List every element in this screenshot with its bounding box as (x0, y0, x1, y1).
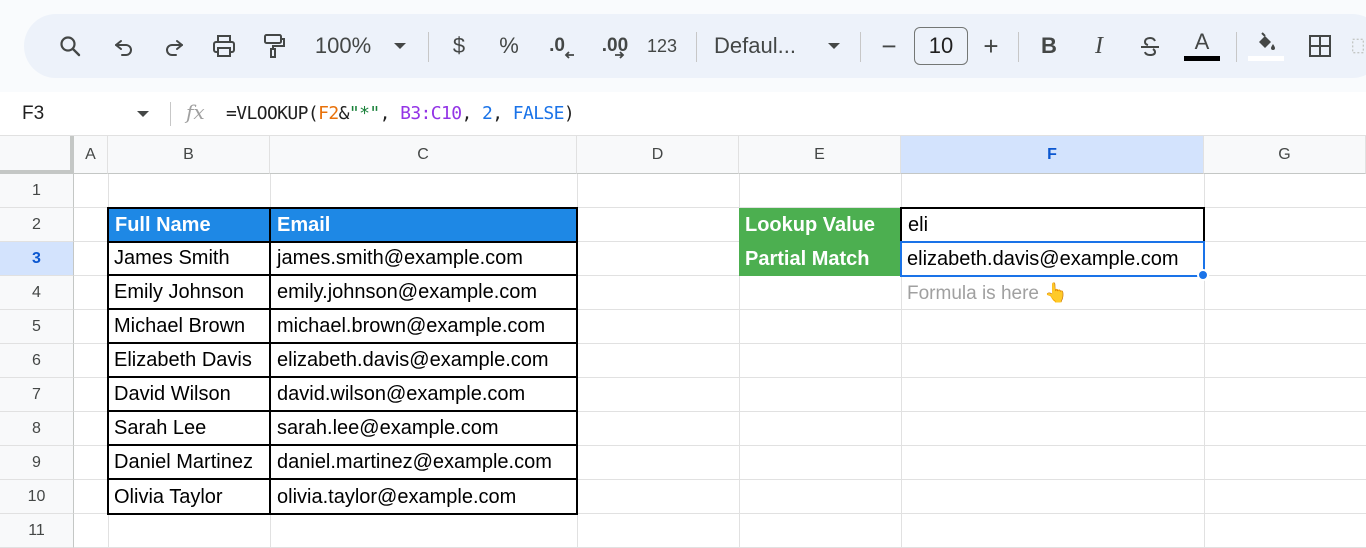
toolbar-divider (696, 32, 697, 62)
table-cell-email[interactable]: elizabeth.davis@example.com (271, 344, 577, 378)
row-header-11[interactable]: 11 (0, 514, 74, 548)
toolbar-divider (860, 32, 861, 62)
toolbar-area: 100% $ % .0 .00 123 Defaul... − 10 + B I… (0, 0, 1366, 92)
row-header-4[interactable]: 4 (0, 276, 74, 310)
formula-input[interactable]: =VLOOKUP(F2&"*", B3:C10, 2, FALSE) (226, 92, 575, 136)
formula-bar: F3 fx =VLOOKUP(F2&"*", B3:C10, 2, FALSE) (0, 92, 1366, 136)
increase-font-size-button[interactable]: + (976, 14, 1006, 78)
strikethrough-icon[interactable] (1134, 14, 1166, 78)
fill-color-button[interactable] (1246, 14, 1286, 78)
row-header-5[interactable]: 5 (0, 310, 74, 344)
table-cell-email[interactable]: sarah.lee@example.com (271, 412, 577, 446)
arrow-right-icon (615, 51, 625, 59)
table-cell-email[interactable]: michael.brown@example.com (271, 310, 577, 344)
table-cell-name[interactable]: James Smith (108, 242, 270, 276)
table-cell-name[interactable]: Elizabeth Davis (108, 344, 270, 378)
toolbar: 100% $ % .0 .00 123 Defaul... − 10 + B I… (24, 14, 1366, 78)
column-header-a[interactable]: A (74, 136, 108, 174)
table-header-full-name[interactable]: Full Name (107, 207, 271, 243)
italic-button[interactable]: I (1084, 14, 1114, 78)
name-box[interactable]: F3 (22, 92, 44, 136)
text-color-letter: A (1194, 29, 1210, 54)
row-header-7[interactable]: 7 (0, 378, 74, 412)
paint-format-icon[interactable] (256, 14, 292, 78)
merge-cells-icon[interactable] (1350, 14, 1366, 78)
text-color-button[interactable]: A (1182, 14, 1222, 78)
row-header-3[interactable]: 3 (0, 242, 74, 276)
fx-icon: fx (186, 100, 205, 124)
formula-text: ) (563, 103, 575, 124)
fill-color-swatch (1248, 55, 1284, 61)
lookup-value-input[interactable]: eli (900, 207, 1205, 243)
arrow-left-icon (564, 51, 574, 59)
formula-text: , (379, 103, 401, 124)
paint-bucket-icon (1259, 31, 1275, 50)
formula-ref: F2 (318, 103, 339, 124)
table-cell-email[interactable]: james.smith@example.com (271, 242, 577, 276)
formula-text: =VLOOKUP( (226, 103, 319, 124)
formula-boolean: FALSE (512, 103, 565, 124)
bold-button[interactable]: B (1034, 14, 1064, 78)
undo-icon[interactable] (106, 14, 142, 78)
column-header-f[interactable]: F (901, 136, 1204, 174)
currency-format-button[interactable]: $ (444, 14, 474, 78)
formula-number: 2 (481, 103, 493, 124)
table-cell-email[interactable]: david.wilson@example.com (271, 378, 577, 412)
more-formats-button[interactable]: 123 (642, 14, 682, 78)
decrease-decimal-button[interactable]: .0 (542, 14, 582, 78)
text-color-swatch (1184, 56, 1220, 61)
active-cell-outline (900, 241, 1205, 277)
table-cell-name[interactable]: Emily Johnson (108, 276, 270, 310)
formula-text: , (461, 103, 482, 124)
formula-range: B3:C10 (400, 103, 462, 124)
formula-text: & (338, 103, 350, 124)
search-menus-icon[interactable] (52, 14, 88, 78)
table-cell-email[interactable]: olivia.taylor@example.com (271, 480, 577, 514)
column-header-b[interactable]: B (108, 136, 270, 174)
font-family-select[interactable]: Defaul... (714, 14, 814, 78)
row-header-9[interactable]: 9 (0, 446, 74, 480)
table-cell-email[interactable]: daniel.martinez@example.com (271, 446, 577, 480)
row-header-1[interactable]: 1 (0, 174, 74, 208)
row-header-10[interactable]: 10 (0, 480, 74, 514)
increase-decimal-button[interactable]: .00 (592, 14, 636, 78)
borders-icon[interactable] (1302, 14, 1338, 78)
column-header-c[interactable]: C (270, 136, 577, 174)
font-size-input[interactable]: 10 (914, 27, 968, 65)
column-header-d[interactable]: D (577, 136, 739, 174)
print-icon[interactable] (206, 14, 242, 78)
decrease-font-size-button[interactable]: − (874, 14, 904, 78)
toolbar-divider (1236, 32, 1237, 62)
formula-text: , (492, 103, 513, 124)
partial-match-label[interactable]: Partial Match (739, 242, 901, 276)
name-box-dropdown-icon[interactable] (136, 102, 150, 129)
lookup-value-label[interactable]: Lookup Value (739, 208, 901, 242)
select-all-corner[interactable] (0, 136, 74, 174)
row-header-6[interactable]: 6 (0, 344, 74, 378)
table-cell-name[interactable]: Olivia Taylor (108, 480, 270, 514)
table-cell-name[interactable]: David Wilson (108, 378, 270, 412)
toolbar-divider (1018, 32, 1019, 62)
toolbar-divider (428, 32, 429, 62)
formula-bar-divider (170, 102, 171, 126)
redo-icon[interactable] (156, 14, 192, 78)
percent-format-button[interactable]: % (494, 14, 524, 78)
zoom-dropdown-icon[interactable] (388, 14, 412, 78)
table-header-email[interactable]: Email (269, 207, 578, 243)
table-cell-name[interactable]: Daniel Martinez (108, 446, 270, 480)
spreadsheet-grid[interactable]: A B C D E F G 1 2 3 4 5 6 7 8 9 10 11 Fu… (0, 136, 1366, 548)
formula-note: Formula is here 👆 (907, 283, 1068, 304)
zoom-select[interactable]: 100% (308, 14, 378, 78)
font-dropdown-icon[interactable] (822, 14, 846, 78)
table-cell-email[interactable]: emily.johnson@example.com (271, 276, 577, 310)
column-header-g[interactable]: G (1204, 136, 1366, 174)
row-header-2[interactable]: 2 (0, 208, 74, 242)
table-cell-name[interactable]: Sarah Lee (108, 412, 270, 446)
formula-string: "*" (348, 103, 380, 124)
table-cell-name[interactable]: Michael Brown (108, 310, 270, 344)
row-header-8[interactable]: 8 (0, 412, 74, 446)
column-header-e[interactable]: E (739, 136, 901, 174)
